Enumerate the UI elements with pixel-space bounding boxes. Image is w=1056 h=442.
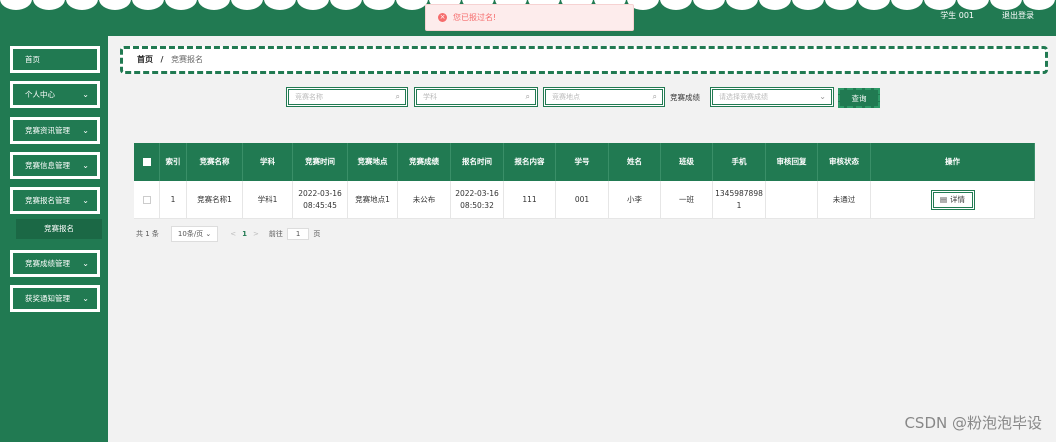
logout-link[interactable]: 退出登录	[1002, 10, 1034, 21]
prev-page-button[interactable]: <	[230, 230, 236, 238]
column-header: 班级	[661, 143, 713, 181]
row-checkbox[interactable]	[142, 195, 151, 204]
breadcrumb-separator: /	[160, 55, 164, 64]
detail-button[interactable]: ▤ 详情	[930, 189, 975, 210]
sidebar-item-grade-management[interactable]: 竞赛成绩管理 ⌄	[10, 250, 100, 277]
column-header: 审核状态	[818, 143, 871, 181]
subject-input[interactable]: 学科 ⌕	[414, 87, 538, 107]
page-size-label: 10条/页	[177, 230, 204, 238]
sidebar-item-info-management[interactable]: 竞赛信息管理 ⌄	[10, 152, 100, 179]
location-input[interactable]: 竞赛地点 ⌕	[543, 87, 665, 107]
pagination-total: 共 1 条	[136, 230, 159, 238]
search-icon: ⌕	[525, 92, 530, 101]
grade-placeholder: 请选择竞赛成绩	[719, 93, 768, 101]
column-header: 竞赛地点	[348, 143, 398, 181]
cell-status: 未通过	[818, 181, 871, 218]
location-placeholder: 竞赛地点	[552, 93, 580, 101]
chevron-down-icon: ⌄	[82, 196, 89, 205]
sidebar-item-label: 竞赛信息管理	[25, 161, 70, 170]
sidebar-item-news-management[interactable]: 竞赛资讯管理 ⌄	[10, 117, 100, 144]
cell-reply	[766, 181, 818, 218]
breadcrumb: 首页 / 竞赛报名	[120, 46, 1048, 74]
sidebar-item-label: 竞赛成绩管理	[25, 259, 70, 268]
sidebar-item-award-management[interactable]: 获奖通知管理 ⌄	[10, 285, 100, 312]
chevron-down-icon: ⌄	[819, 92, 826, 101]
column-header: 手机	[713, 143, 766, 181]
sidebar-item-label: 竞赛资讯管理	[25, 126, 70, 135]
error-toast: × 您已报过名!	[425, 4, 634, 31]
chevron-down-icon: ⌄	[82, 294, 89, 303]
chevron-down-icon: ⌄	[205, 230, 212, 238]
select-all-checkbox[interactable]	[142, 158, 151, 166]
detail-button-label: 详情	[950, 194, 966, 204]
sidebar-subitem-signup[interactable]: 竞赛报名	[16, 219, 102, 239]
column-header: 操作	[871, 143, 1035, 181]
search-icon: ⌕	[395, 92, 400, 101]
cell-time: 2022-03-16 08:45:45	[293, 181, 348, 218]
sidebar-item-signup-management[interactable]: 竞赛报名管理 ⌄	[10, 187, 100, 214]
sidebar-item-label: 首页	[25, 55, 40, 64]
column-header: 竞赛成绩	[398, 143, 451, 181]
breadcrumb-current: 竞赛报名	[171, 55, 204, 64]
chevron-down-icon: ⌄	[82, 161, 89, 170]
toast-message: 您已报过名!	[453, 13, 497, 22]
goto-page-input[interactable]: 1	[286, 228, 310, 240]
competition-name-placeholder: 竞赛名称	[295, 93, 323, 101]
breadcrumb-home[interactable]: 首页	[137, 55, 153, 64]
column-header: 竞赛时间	[293, 143, 348, 181]
row-select-cell	[134, 181, 160, 218]
column-header: 姓名	[609, 143, 661, 181]
competition-name-input[interactable]: 竞赛名称 ⌕	[286, 87, 408, 107]
search-icon: ⌕	[652, 92, 657, 101]
sidebar: 首页 个人中心 ⌄ 竞赛资讯管理 ⌄ 竞赛信息管理 ⌄ 竞赛报名管理 ⌄ 竞赛报…	[0, 36, 108, 442]
grade-label: 竞赛成绩	[670, 93, 700, 102]
cell-content: 111	[504, 181, 556, 218]
current-user: 学生 001	[940, 11, 974, 20]
signup-table: 索引 竞赛名称 学科 竞赛时间 竞赛地点 竞赛成绩 报名时间 报名内容 学号 姓…	[134, 143, 1035, 219]
cell-actions: ▤ 详情	[871, 181, 1035, 218]
cell-index: 1	[160, 181, 187, 218]
goto-label: 前往	[268, 230, 283, 238]
column-header: 报名时间	[451, 143, 504, 181]
column-header: 竞赛名称	[187, 143, 243, 181]
select-all-cell	[134, 143, 160, 181]
subject-placeholder: 学科	[423, 93, 437, 101]
cell-location: 竞赛地点1	[348, 181, 398, 218]
column-header: 报名内容	[504, 143, 556, 181]
cell-grade: 未公布	[398, 181, 451, 218]
sidebar-item-label: 竞赛报名管理	[25, 196, 70, 205]
cell-class: 一班	[661, 181, 713, 218]
page-number-current[interactable]: 1	[242, 230, 247, 238]
chevron-down-icon: ⌄	[82, 259, 89, 268]
cell-signup-time: 2022-03-16 08:50:32	[451, 181, 504, 218]
sidebar-item-label: 个人中心	[25, 90, 55, 99]
column-header: 索引	[160, 143, 187, 181]
cell-subject: 学科1	[243, 181, 293, 218]
next-page-button[interactable]: >	[253, 230, 259, 238]
column-header: 审核回复	[766, 143, 818, 181]
watermark: CSDN @粉泡泡毕设	[904, 414, 1042, 432]
column-header: 学号	[556, 143, 609, 181]
column-header: 学科	[243, 143, 293, 181]
cell-name: 竞赛名称1	[187, 181, 243, 218]
cell-phone: 1345987898 1	[713, 181, 766, 218]
cell-student-name: 小李	[609, 181, 661, 218]
pagination: 共 1 条 10条/页 ⌄ < 1 > 前往 1 页	[136, 226, 320, 242]
sidebar-item-home[interactable]: 首页	[10, 46, 100, 73]
page-size-select[interactable]: 10条/页 ⌄	[170, 226, 219, 242]
chevron-down-icon: ⌄	[82, 90, 89, 99]
error-icon: ×	[438, 13, 447, 22]
query-button[interactable]: 查询	[838, 88, 880, 108]
sidebar-item-label: 获奖通知管理	[25, 294, 70, 303]
cell-student-no: 001	[556, 181, 609, 218]
table-header-row: 索引 竞赛名称 学科 竞赛时间 竞赛地点 竞赛成绩 报名时间 报名内容 学号 姓…	[134, 143, 1035, 181]
sidebar-item-personal-center[interactable]: 个人中心 ⌄	[10, 81, 100, 108]
grade-select[interactable]: 请选择竞赛成绩 ⌄	[710, 87, 834, 107]
document-icon: ▤	[939, 194, 948, 204]
page-unit-label: 页	[313, 230, 321, 238]
table-row: 1 竞赛名称1 学科1 2022-03-16 08:45:45 竞赛地点1 未公…	[134, 181, 1035, 219]
chevron-down-icon: ⌄	[82, 126, 89, 135]
